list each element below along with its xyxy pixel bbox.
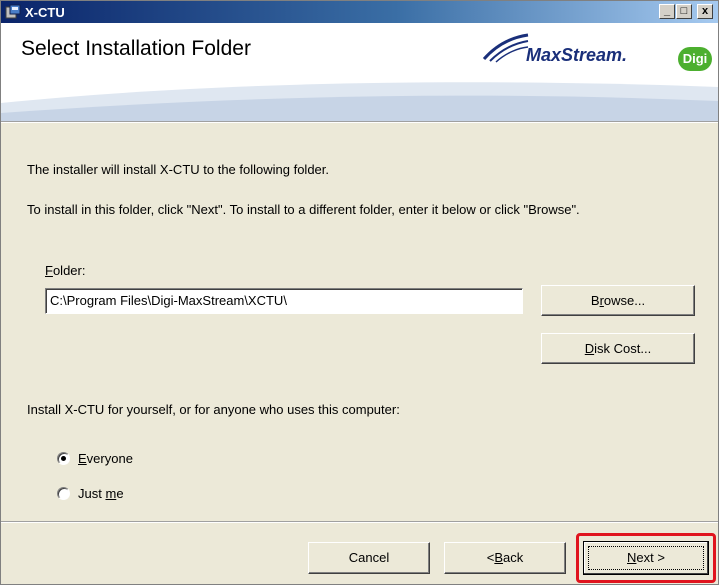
banner-swoosh-graphic	[1, 82, 718, 121]
radio-everyone-label: Everyone	[78, 451, 133, 466]
page-title: Select Installation Folder	[21, 37, 251, 60]
install-for-text: Install X-CTU for yourself, or for anyon…	[27, 402, 400, 417]
instruction-text: To install in this folder, click "Next".…	[27, 202, 580, 217]
minimize-button[interactable]: _	[659, 4, 675, 19]
logo-area: MaxStream. Digi	[482, 29, 712, 75]
radio-just-me[interactable]: Just me	[57, 486, 124, 501]
radio-everyone[interactable]: Everyone	[57, 451, 133, 466]
intro-text: The installer will install X-CTU to the …	[27, 162, 330, 177]
disk-cost-button[interactable]: Disk Cost...	[541, 333, 695, 364]
digi-logo: Digi	[678, 47, 712, 71]
maxstream-logo	[482, 33, 529, 63]
next-button-highlight	[576, 533, 716, 583]
maximize-button[interactable]: □	[676, 4, 692, 19]
browse-button[interactable]: Browse...	[541, 285, 695, 316]
minimize-icon: _	[663, 5, 671, 17]
window-title: X-CTU	[25, 5, 65, 20]
folder-path-input[interactable]: C:\Program Files\Digi-MaxStream\XCTU\	[45, 288, 523, 314]
title-bar[interactable]: X-CTU _ □ x	[1, 1, 718, 23]
radio-everyone-button[interactable]	[57, 452, 70, 465]
maximize-icon: □	[680, 5, 688, 17]
radio-just-me-button[interactable]	[57, 487, 70, 500]
installer-app-icon	[5, 4, 21, 19]
maxstream-logo-text: MaxStream.	[526, 45, 628, 65]
close-button[interactable]: x	[697, 4, 713, 19]
header-divider	[1, 121, 718, 123]
close-icon: x	[701, 5, 709, 17]
back-button[interactable]: < Back	[444, 542, 566, 574]
cancel-button[interactable]: Cancel	[308, 542, 430, 574]
installer-window: X-CTU _ □ x Select Installation Folder M…	[0, 0, 719, 585]
header-banner: Select Installation Folder MaxStream. Di…	[1, 23, 718, 121]
radio-just-me-label: Just me	[78, 486, 124, 501]
footer-divider	[1, 521, 718, 523]
folder-label: Folder:	[45, 263, 86, 278]
